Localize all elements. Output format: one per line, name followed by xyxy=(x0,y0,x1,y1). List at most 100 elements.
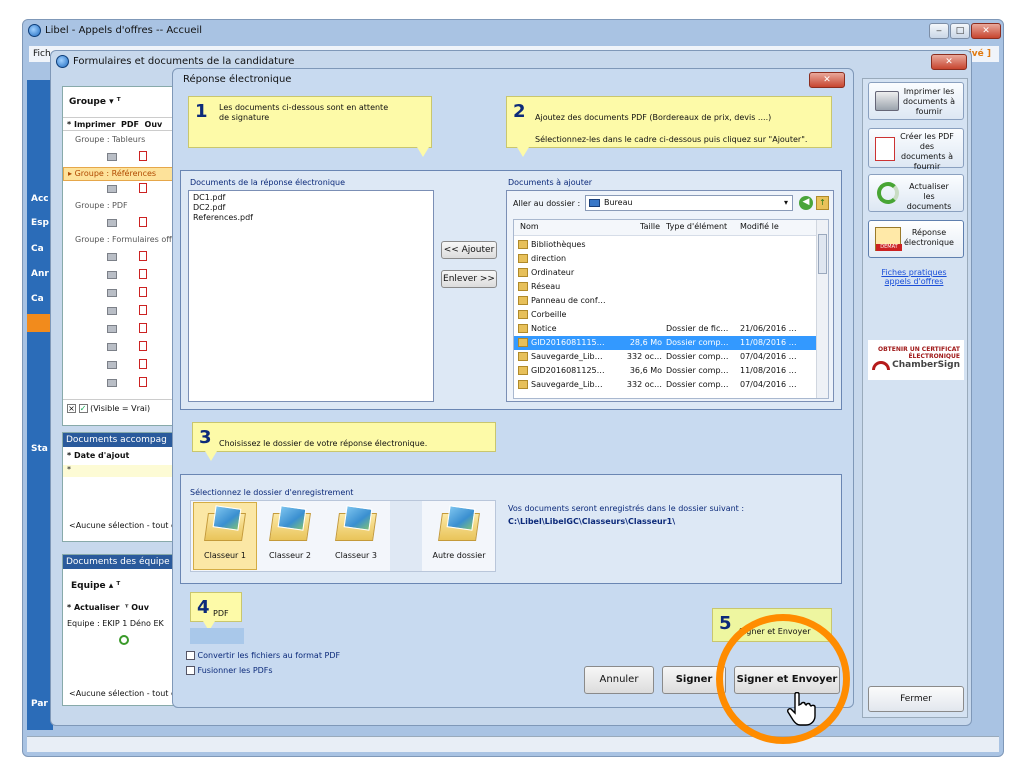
prt-icon[interactable] xyxy=(107,361,117,369)
file-row[interactable]: Réseau xyxy=(514,280,816,294)
group-row[interactable]: Groupe : PDF xyxy=(75,201,128,210)
nav-item[interactable]: Ca xyxy=(31,244,44,254)
creer-pdf-button[interactable]: Créer les PDF des documents à fournir xyxy=(868,128,964,171)
file-row[interactable]: Corbeille xyxy=(514,308,816,322)
prt-icon[interactable] xyxy=(107,379,117,387)
group-row-selected[interactable]: ▸ Groupe : Références xyxy=(63,167,181,181)
imprimer-column[interactable]: Imprimer xyxy=(74,120,115,129)
file-item[interactable]: DC2.pdf xyxy=(189,203,433,213)
prt-icon[interactable] xyxy=(107,253,117,261)
nav-item[interactable]: Acc xyxy=(31,194,49,204)
equipe-header[interactable]: Equipe ▴ ᵀ xyxy=(71,581,120,591)
pdf-icon[interactable] xyxy=(139,251,147,261)
back-arrow-icon[interactable]: ◀ xyxy=(799,196,813,210)
fiches-pratiques-link[interactable]: Fiches pratiques appels d'offres xyxy=(874,268,954,286)
nav-item[interactable]: Par xyxy=(31,699,48,709)
scrollbar[interactable] xyxy=(816,220,828,398)
pdf-icon[interactable] xyxy=(139,341,147,351)
folder-classeur3[interactable]: Classeur 3 xyxy=(324,502,388,560)
group-row[interactable]: Groupe : Formulaires off xyxy=(75,235,172,244)
nav-item[interactable]: Anr xyxy=(31,269,49,279)
folder-classeur2[interactable]: Classeur 2 xyxy=(258,502,322,560)
pdf-icon[interactable] xyxy=(139,305,147,315)
groupe-header[interactable]: Groupe ▾ ᵀ xyxy=(69,97,121,107)
merge-pdf-checkbox[interactable] xyxy=(186,666,195,675)
file-row[interactable]: Sauvegarde_Lib… 332 oc… Dossier comp… 07/04… xyxy=(514,378,816,392)
pdf-icon[interactable] xyxy=(139,183,147,193)
merge-pdf-option[interactable]: Fusionner les PDFs xyxy=(186,666,273,675)
candidature-close-button[interactable]: ✕ xyxy=(931,54,967,70)
file-row[interactable]: Notice Dossier de fic… 21/06/2016 … xyxy=(514,322,816,336)
imprimer-documents-button[interactable]: Imprimer les documents à fournir xyxy=(868,82,964,120)
dialog-close-button[interactable]: ✕ xyxy=(809,72,845,88)
col-taille[interactable]: Taille xyxy=(640,220,660,234)
folder-classeur1[interactable]: Classeur 1 xyxy=(193,502,257,570)
prt-icon[interactable] xyxy=(107,307,117,315)
actualiser-documents-button[interactable]: Actualiser les documents xyxy=(868,174,964,212)
file-row[interactable]: Ordinateur xyxy=(514,266,816,280)
file-row[interactable]: direction xyxy=(514,252,816,266)
convert-pdf-option[interactable]: Convertir les fichiers au format PDF xyxy=(186,651,340,660)
ouv-column[interactable]: Ouv xyxy=(145,120,163,129)
prt-icon[interactable] xyxy=(107,343,117,351)
nav-item[interactable]: Ca xyxy=(31,294,44,304)
pdf-icon[interactable] xyxy=(139,151,147,161)
file-row[interactable]: GID2016081115… 28,6 Mo Dossier comp… 11/08/… xyxy=(514,336,816,350)
maximize-button[interactable]: □ xyxy=(950,23,970,39)
equipe-row[interactable]: Equipe : EKIP 1 Déno EK xyxy=(67,619,164,628)
file-row[interactable]: Panneau de conf… xyxy=(514,294,816,308)
filter-clear-checkbox[interactable]: × xyxy=(67,404,76,413)
col-type[interactable]: Type d'élément xyxy=(666,220,727,234)
folder-icon xyxy=(518,296,528,305)
refresh-icon[interactable] xyxy=(119,635,129,645)
folder-select[interactable]: Bureau ▾ xyxy=(585,195,793,211)
new-row[interactable]: * xyxy=(63,465,181,477)
convert-pdf-checkbox[interactable] xyxy=(186,651,195,660)
nav-item[interactable]: Esp xyxy=(31,218,49,228)
aller-label: Aller au dossier : xyxy=(513,199,581,208)
minimize-button[interactable]: ‒ xyxy=(929,23,949,39)
pdf-icon[interactable] xyxy=(139,323,147,333)
prt-icon[interactable] xyxy=(107,185,117,193)
step2-number: 2 xyxy=(513,101,526,122)
folder-icon xyxy=(518,324,528,333)
prt-icon[interactable] xyxy=(107,153,117,161)
docs-reponse-list[interactable]: DC1.pdf DC2.pdf References.pdf xyxy=(188,190,434,402)
annuler-button[interactable]: Annuler xyxy=(584,666,654,694)
filter-checkbox[interactable]: ✓ xyxy=(78,404,88,413)
file-row[interactable]: Sauvegarde_Lib… 332 oc… Dossier comp… 07/04… xyxy=(514,350,816,364)
col-nom[interactable]: Nom xyxy=(520,220,539,234)
file-row[interactable]: GID2016081125… 36,6 Mo Dossier comp… 11/08/… xyxy=(514,364,816,378)
menu-fichier[interactable]: Fich xyxy=(33,49,51,59)
pdf-icon[interactable] xyxy=(139,377,147,387)
date-ajout-column[interactable]: * Date d'ajout xyxy=(67,451,129,460)
pdf-column[interactable]: PDF xyxy=(121,120,139,129)
file-item[interactable]: DC1.pdf xyxy=(189,191,433,203)
file-row-name-text: GID2016081115… xyxy=(531,338,605,347)
scrollbar-thumb[interactable] xyxy=(818,234,827,274)
folder-autre[interactable]: Autre dossier xyxy=(424,502,494,560)
pdf-icon[interactable] xyxy=(139,269,147,279)
pdf-icon[interactable] xyxy=(139,359,147,369)
file-item[interactable]: References.pdf xyxy=(189,213,433,223)
prt-icon[interactable] xyxy=(107,219,117,227)
reponse-electronique-button[interactable]: DÉMAT Réponse électronique xyxy=(868,220,964,258)
actualiser-column[interactable]: Actualiser xyxy=(74,603,119,612)
col-modifie[interactable]: Modifié le xyxy=(740,220,779,234)
nav-item[interactable]: Sta xyxy=(31,444,48,454)
folder-up-icon[interactable]: ↑ xyxy=(816,196,829,210)
group-row[interactable]: Groupe : Tableurs xyxy=(75,135,145,144)
prt-icon[interactable] xyxy=(107,271,117,279)
file-row[interactable]: Bibliothèques xyxy=(514,238,816,252)
step3-tail xyxy=(205,451,217,461)
chambersign-banner[interactable]: OBTENIR UN CERTIFICAT ÉLECTRONIQUE Chamb… xyxy=(868,340,964,380)
pdf-icon[interactable] xyxy=(139,287,147,297)
ouv-column[interactable]: Ouv xyxy=(131,603,149,612)
prt-icon[interactable] xyxy=(107,325,117,333)
prt-icon[interactable] xyxy=(107,289,117,297)
pdf-icon[interactable] xyxy=(139,217,147,227)
fermer-button[interactable]: Fermer xyxy=(868,686,964,712)
enlever-button[interactable]: Enlever >> xyxy=(441,270,497,288)
ajouter-button[interactable]: << Ajouter xyxy=(441,241,497,259)
close-button[interactable]: ✕ xyxy=(971,23,1001,39)
